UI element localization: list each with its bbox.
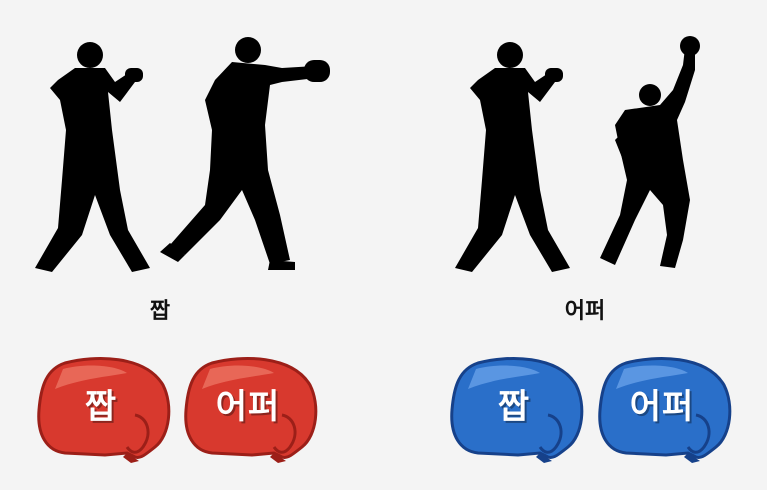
jab-scene <box>20 30 340 280</box>
red-uppercut-button[interactable]: 어퍼 <box>182 355 322 465</box>
uppercut-scene <box>445 30 725 280</box>
guard-boxer-silhouette <box>35 42 150 272</box>
blue-boxing-glove-icon <box>450 357 584 463</box>
jab-caption: 짭 <box>149 299 171 324</box>
red-boxing-glove-icon <box>184 357 318 463</box>
blue-jab-button[interactable]: 짭 <box>448 355 588 465</box>
guard-boxer-silhouette <box>455 42 570 272</box>
jab-boxer-silhouette <box>160 37 330 270</box>
red-jab-button[interactable]: 짭 <box>35 355 175 465</box>
uppercut-boxer-silhouette <box>600 36 700 268</box>
jab-illustration <box>35 37 330 272</box>
uppercut-caption: 어퍼 <box>564 299 606 324</box>
red-boxing-glove-icon <box>37 357 171 463</box>
blue-boxing-glove-icon <box>598 357 732 463</box>
uppercut-illustration <box>455 36 700 272</box>
blue-uppercut-button[interactable]: 어퍼 <box>596 355 736 465</box>
